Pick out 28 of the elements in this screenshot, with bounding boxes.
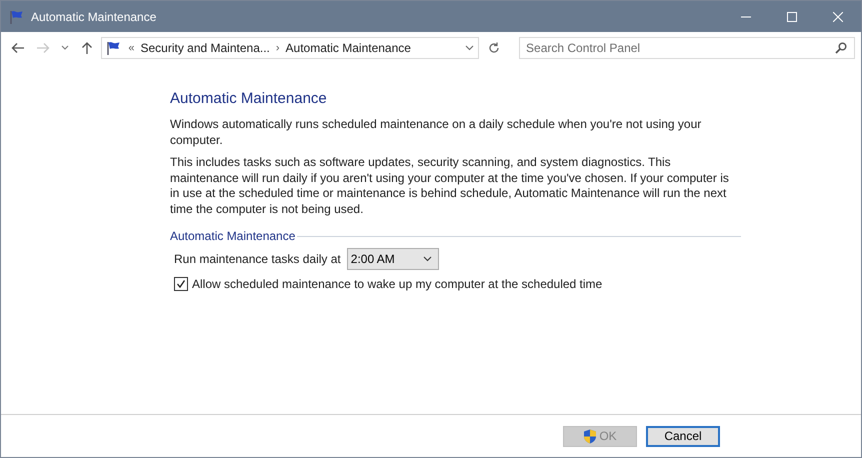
chevron-icon: [422, 256, 432, 262]
search-field[interactable]: Search Control Panel: [519, 37, 856, 59]
separator-icon: ›: [276, 42, 280, 54]
chevron-icon[interactable]: [465, 45, 474, 51]
flag-icon: [106, 41, 122, 55]
refresh-icon: [488, 42, 500, 54]
close-icon: [833, 12, 843, 22]
search-icon: [835, 42, 848, 54]
page-heading: Automatic Maintenance: [170, 90, 328, 107]
forward-arrow-icon: [36, 42, 50, 54]
window-title: Automatic Maintenance: [31, 10, 158, 24]
flag-icon: [9, 10, 25, 24]
address-bar[interactable]: « Security and Maintena... › Automatic Maintenance: [101, 37, 480, 59]
description-text: This includes tasks such as software updates, security scanning, and system diagnostics. This maintenance will run daily if you aren't using your computer at the time you've chosen. If your computer is in use at the scheduled time or maintenance is behind schedule, Automatic Maintenance will run the next time the computer is not being used.: [170, 155, 730, 217]
description-text: Windows automatically runs scheduled maintenance on a daily schedule when you're not using your computer.: [170, 117, 702, 148]
cancel-button[interactable]: Cancel: [646, 426, 720, 446]
chevron-icon: [60, 45, 69, 51]
maximize-icon: [787, 12, 797, 22]
wake-label: Allow scheduled maintenance to wake up my computer at the scheduled time: [192, 277, 602, 291]
time-dropdown[interactable]: 2:00 AM: [346, 248, 439, 270]
breadcrumb[interactable]: Automatic Maintenance: [286, 41, 411, 55]
back-arrow-icon: [10, 42, 25, 54]
up-arrow-icon: [80, 41, 93, 55]
time-label: Run maintenance tasks daily at: [174, 252, 341, 266]
wake-checkbox[interactable]: [174, 277, 188, 291]
separator-icon: «: [128, 42, 134, 54]
group-title: Automatic Maintenance: [170, 229, 296, 243]
breadcrumb[interactable]: Security and Maintena...: [140, 41, 270, 55]
